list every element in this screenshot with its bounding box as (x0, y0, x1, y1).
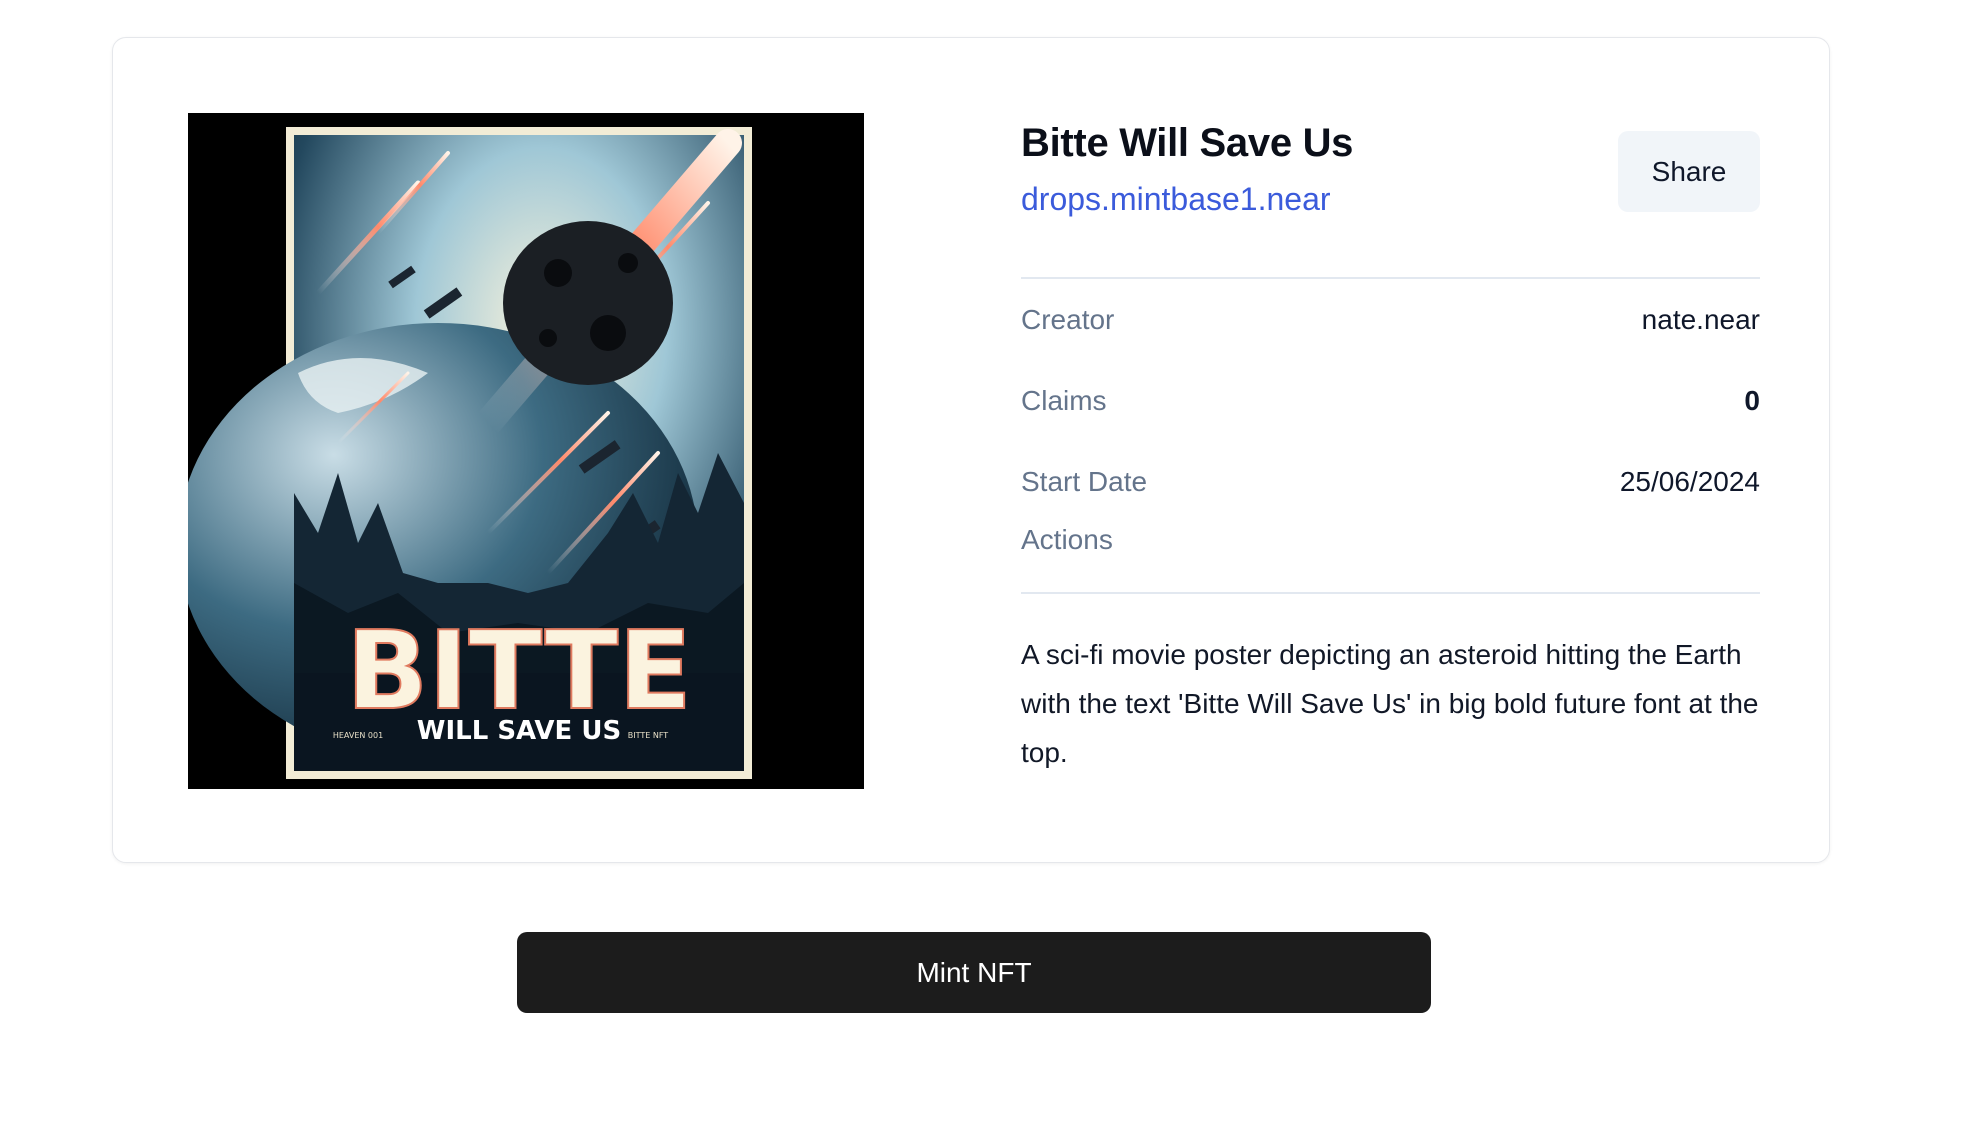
poster-artwork: BITTE WILL SAVE US HEAVEN 001 BITTE NFT (188, 113, 864, 789)
actions-row: Actions (1021, 524, 1760, 568)
nft-image: BITTE WILL SAVE US HEAVEN 001 BITTE NFT (188, 113, 864, 789)
poster-small-right: BITTE NFT (628, 731, 669, 740)
creator-value: nate.near (1641, 303, 1760, 335)
poster-small-left: HEAVEN 001 (333, 731, 383, 740)
poster-subline: WILL SAVE US (417, 716, 621, 746)
contract-link[interactable]: drops.mintbase1.near (1021, 173, 1331, 225)
start-date-row: Start Date 25/06/2024 (1021, 441, 1760, 522)
claims-label: Claims (1021, 384, 1107, 416)
nft-info-panel: Bitte Will Save Us drops.mintbase1.near … (1021, 113, 1760, 777)
share-button[interactable]: Share (1618, 131, 1760, 212)
claims-value: 0 (1744, 384, 1760, 416)
nft-description: A sci-fi movie poster depicting an aster… (1021, 639, 1759, 768)
start-date-value: 25/06/2024 (1619, 465, 1760, 497)
mint-nft-button[interactable]: Mint NFT (517, 932, 1431, 1013)
start-date-label: Start Date (1021, 465, 1148, 497)
divider (1021, 592, 1760, 594)
claims-row: Claims 0 (1021, 360, 1760, 441)
creator-label: Creator (1021, 303, 1115, 335)
actions-label: Actions (1021, 524, 1113, 555)
creator-row: Creator nate.near (1021, 279, 1760, 360)
